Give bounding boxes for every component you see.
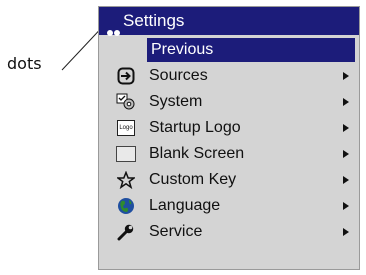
menu-item-system[interactable]: System	[99, 89, 359, 115]
menu-item-custom-key[interactable]: Custom Key	[99, 167, 359, 193]
blank-screen-icon	[116, 144, 136, 164]
menu-title-bar: Settings	[99, 7, 359, 36]
menu-item-label: Blank Screen	[149, 145, 245, 162]
menu-item-label: Custom Key	[149, 171, 237, 188]
submenu-arrow-icon	[343, 98, 349, 106]
menu-item-service[interactable]: Service	[99, 219, 359, 245]
globe-icon	[116, 196, 136, 216]
menu-item-startup-logo[interactable]: Logo Startup Logo	[99, 115, 359, 141]
menu-item-blank-screen[interactable]: Blank Screen	[99, 141, 359, 167]
wrench-icon	[116, 222, 136, 242]
menu-title: Settings	[123, 11, 185, 30]
logo-icon-text: Logo	[117, 120, 135, 136]
system-icon	[116, 92, 136, 112]
menu-item-language[interactable]: Language	[99, 193, 359, 219]
menu-item-label: Language	[149, 197, 221, 214]
submenu-arrow-icon	[343, 202, 349, 210]
submenu-arrow-icon	[343, 176, 349, 184]
settings-menu: Settings Previous Sources System Logo St…	[98, 6, 360, 270]
menu-item-previous[interactable]: Previous	[99, 37, 359, 63]
submenu-arrow-icon	[343, 72, 349, 80]
menu-item-sources[interactable]: Sources	[99, 63, 359, 89]
logo-icon: Logo	[116, 118, 136, 138]
menu-item-label: System	[149, 93, 203, 110]
sources-icon	[116, 66, 136, 86]
submenu-arrow-icon	[343, 124, 349, 132]
star-icon	[116, 170, 136, 190]
menu-item-label: Previous	[151, 41, 214, 58]
submenu-arrow-icon	[343, 150, 349, 158]
menu-item-label: Sources	[149, 67, 208, 84]
menu-item-label: Startup Logo	[149, 119, 241, 136]
submenu-arrow-icon	[343, 228, 349, 236]
menu-item-label: Service	[149, 223, 203, 240]
